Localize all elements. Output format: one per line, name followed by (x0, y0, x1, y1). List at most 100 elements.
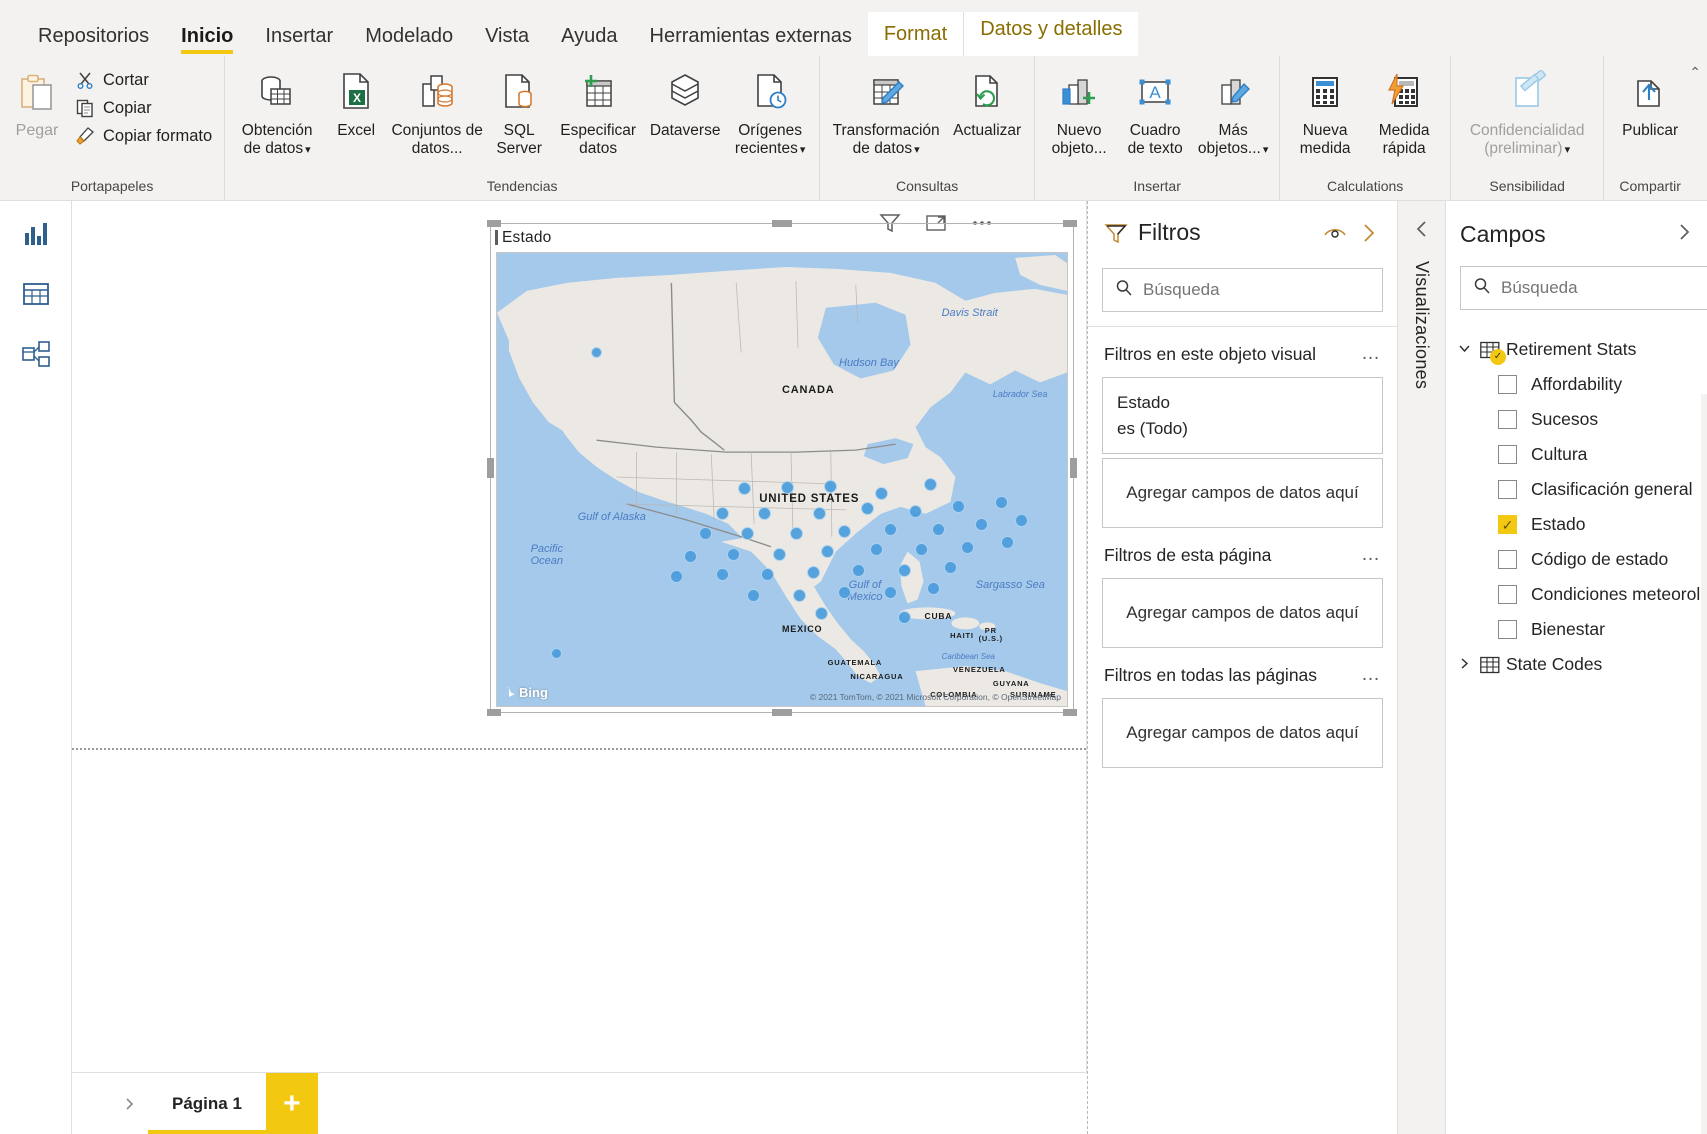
section-menu-icon[interactable]: … (1361, 544, 1381, 566)
map-bubble[interactable] (772, 547, 786, 561)
section-menu-icon[interactable]: … (1361, 343, 1381, 365)
map-bubble[interactable] (715, 568, 729, 582)
map-bubble[interactable] (898, 563, 912, 577)
model-view-icon[interactable] (19, 337, 53, 371)
field-checkbox[interactable] (1498, 480, 1517, 499)
map-bubble[interactable] (869, 543, 883, 557)
quick-measure-button[interactable]: Medida rápida (1364, 64, 1444, 162)
map-bubble[interactable] (960, 540, 974, 554)
resize-handle-bl[interactable] (487, 709, 501, 716)
copy-button[interactable]: Copiar (68, 94, 218, 122)
field-cultura[interactable]: Cultura (1446, 437, 1707, 472)
filters-search-input[interactable] (1143, 280, 1370, 300)
fields-table-state-codes[interactable]: State Codes (1446, 647, 1707, 682)
chevron-right-icon[interactable] (1357, 221, 1381, 245)
refresh-button[interactable]: Actualizar (946, 64, 1028, 144)
publish-button[interactable]: Publicar (1610, 64, 1690, 144)
dataverse-button[interactable]: Dataverse (643, 64, 727, 144)
resize-handle-br[interactable] (1063, 709, 1077, 716)
filter-dropzone-visual[interactable]: Agregar campos de datos aquí (1102, 458, 1383, 528)
map-bubble[interactable] (815, 606, 829, 620)
tab-ayuda[interactable]: Ayuda (545, 26, 633, 56)
data-view-icon[interactable] (19, 277, 53, 311)
filters-search-box[interactable] (1102, 268, 1383, 312)
map-visual[interactable]: Estado Davis Strait Hudson Bay Labrador … (487, 220, 1077, 716)
cut-button[interactable]: Cortar (68, 66, 218, 94)
bing-logo[interactable]: Bing (505, 685, 548, 700)
map-bubble[interactable] (883, 522, 897, 536)
tab-herramientas-externas[interactable]: Herramientas externas (634, 26, 868, 56)
get-data-button[interactable]: Obtención de datos ▾ (231, 64, 323, 162)
filter-card-estado[interactable]: Estado es (Todo) (1102, 377, 1383, 454)
section-menu-icon[interactable]: … (1361, 664, 1381, 686)
map-bubble[interactable] (923, 477, 937, 491)
tab-inicio[interactable]: Inicio (165, 26, 249, 56)
map-bubble[interactable] (727, 547, 741, 561)
report-canvas[interactable]: Estado Davis Strait Hudson Bay Labrador … (72, 201, 1087, 1072)
chevron-right-icon[interactable] (1458, 657, 1474, 673)
map-canvas[interactable]: Davis Strait Hudson Bay Labrador Sea CAN… (496, 252, 1068, 707)
fields-search-box[interactable] (1460, 266, 1707, 310)
tab-repositorios[interactable]: Repositorios (22, 26, 165, 56)
format-painter-button[interactable]: Copiar formato (68, 122, 218, 150)
map-bubble[interactable] (806, 565, 820, 579)
chevron-left-icon[interactable] (1413, 219, 1431, 245)
map-bubble[interactable] (823, 479, 837, 493)
filter-dropzone-page[interactable]: Agregar campos de datos aquí (1102, 578, 1383, 648)
eye-icon[interactable] (1323, 221, 1347, 245)
report-view-icon[interactable] (19, 217, 53, 251)
map-bubble[interactable] (747, 588, 760, 602)
map-bubble[interactable] (926, 581, 940, 595)
field-codigo-de-estado[interactable]: Código de estado (1446, 542, 1707, 577)
map-bubble[interactable] (792, 588, 806, 602)
fields-table-retirement-stats[interactable]: ✓ Retirement Stats (1446, 332, 1707, 367)
resize-handle-r[interactable] (1070, 458, 1077, 478)
sensitivity-button[interactable]: Confidencialidad (preliminar) ▾ (1457, 64, 1597, 162)
map-bubble[interactable] (1014, 513, 1028, 527)
map-bubble[interactable] (932, 522, 946, 536)
excel-button[interactable]: X Excel (323, 64, 389, 144)
tab-datos-y-detalles[interactable]: Datos y detalles (963, 12, 1139, 56)
map-bubble[interactable] (698, 527, 712, 541)
tab-insertar[interactable]: Insertar (249, 26, 349, 56)
filter-dropzone-all-pages[interactable]: Agregar campos de datos aquí (1102, 698, 1383, 768)
resize-handle-tl[interactable] (487, 220, 501, 227)
field-sucesos[interactable]: Sucesos (1446, 402, 1707, 437)
map-bubble[interactable] (875, 486, 889, 500)
fields-search-input[interactable] (1501, 278, 1707, 298)
add-page-button[interactable]: + (265, 1073, 318, 1134)
map-bubble[interactable] (852, 563, 866, 577)
map-bubble[interactable] (812, 506, 826, 520)
new-measure-button[interactable]: Nueva medida (1286, 64, 1364, 162)
chevron-down-icon[interactable] (1458, 342, 1474, 358)
field-checkbox[interactable] (1498, 585, 1517, 604)
right-scrollbar[interactable] (1701, 394, 1707, 1134)
field-affordability[interactable]: Affordability (1446, 367, 1707, 402)
tab-modelado[interactable]: Modelado (349, 26, 469, 56)
field-bienestar[interactable]: Bienestar (1446, 612, 1707, 647)
map-bubble[interactable] (943, 561, 957, 575)
paste-button[interactable]: Pegar (6, 64, 68, 144)
visualizations-pane-collapsed[interactable]: Visualizaciones (1397, 201, 1445, 1134)
field-checkbox[interactable] (1498, 445, 1517, 464)
field-checkbox[interactable] (1498, 550, 1517, 569)
page-prev-icon[interactable]: chevron-left-icon (72, 1073, 110, 1134)
datasets-button[interactable]: Conjuntos de datos... (389, 64, 485, 162)
resize-handle-t[interactable] (772, 220, 792, 227)
tab-vista[interactable]: Vista (469, 26, 545, 56)
resize-handle-tr[interactable] (1063, 220, 1077, 227)
enter-data-button[interactable]: Especificar datos (553, 64, 643, 162)
tab-format[interactable]: Format (867, 12, 964, 56)
map-bubble[interactable] (1000, 536, 1014, 550)
field-checkbox-checked[interactable] (1498, 515, 1517, 534)
field-clasificacion-general[interactable]: Clasificación general (1446, 472, 1707, 507)
field-estado[interactable]: Estado (1446, 507, 1707, 542)
map-bubble[interactable] (715, 506, 729, 520)
chevron-right-icon[interactable] (1675, 222, 1693, 248)
transform-data-button[interactable]: Transformación de datos ▾ (826, 64, 946, 162)
new-visual-button[interactable]: Nuevo objeto... (1041, 64, 1117, 162)
resize-handle-b[interactable] (772, 709, 792, 716)
field-checkbox[interactable] (1498, 620, 1517, 639)
map-bubble[interactable] (883, 586, 897, 600)
field-checkbox[interactable] (1498, 410, 1517, 429)
